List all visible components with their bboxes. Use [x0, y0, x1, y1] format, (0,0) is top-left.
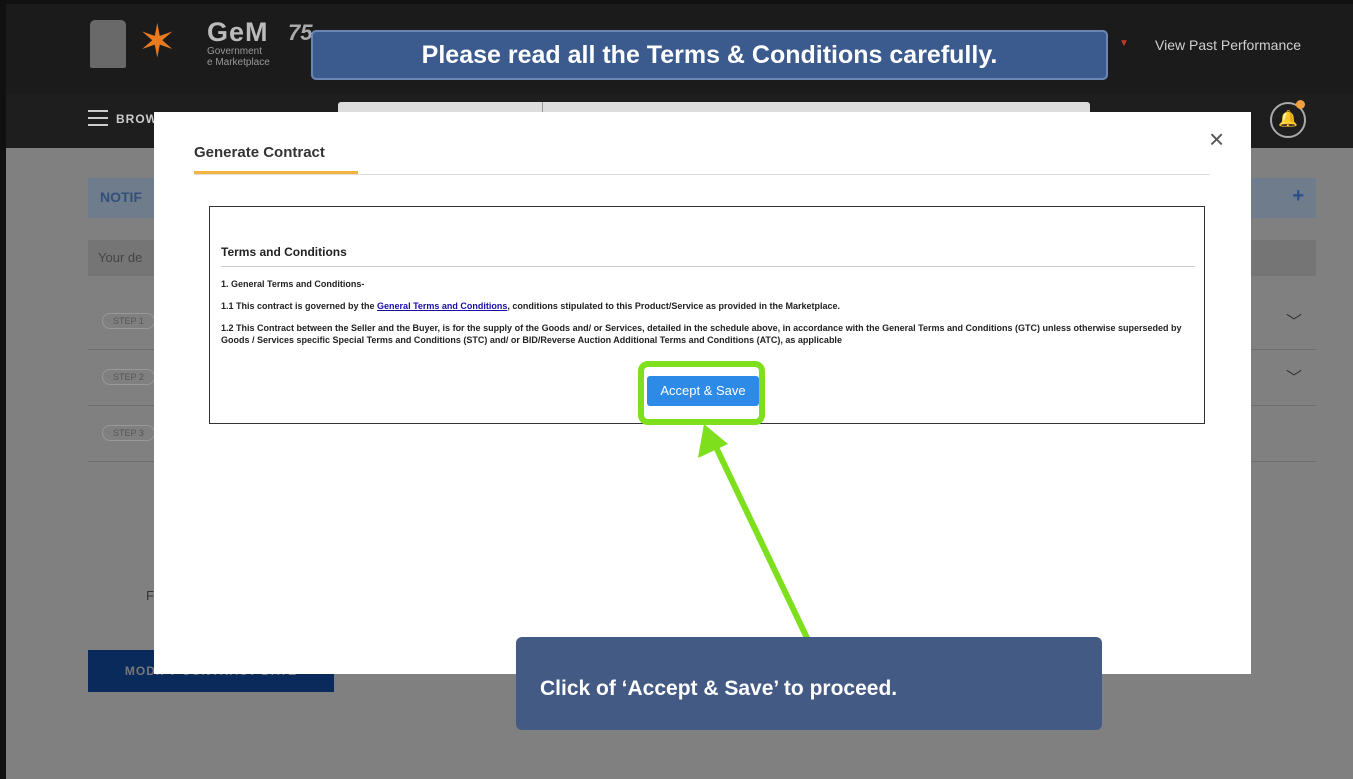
- details-label: Your de: [98, 250, 143, 265]
- terms-divider: [221, 266, 1195, 267]
- terms-line-2: 1.1 This contract is governed by the Gen…: [221, 301, 840, 311]
- step-badge: STEP 1: [102, 313, 155, 329]
- chevron-down-icon[interactable]: ﹀: [1286, 308, 1302, 332]
- instruction-banner-top: Please read all the Terms & Conditions c…: [311, 30, 1108, 80]
- instruction-text: Click of ‘Accept & Save’ to proceed.: [540, 677, 898, 700]
- tab-generate-contract[interactable]: Generate Contract: [194, 144, 325, 161]
- browse-menu-label[interactable]: BROW: [116, 112, 158, 126]
- terms-line-1: 1. General Terms and Conditions-: [221, 279, 365, 289]
- step-badge: STEP 2: [102, 369, 155, 385]
- button-highlight-box: [638, 361, 765, 425]
- tab-divider: [194, 174, 1210, 175]
- close-icon[interactable]: ×: [1209, 126, 1224, 152]
- notification-dot: [1296, 100, 1305, 109]
- terms-line-3: 1.2 This Contract between the Seller and…: [221, 323, 1182, 345]
- gem-star-logo-icon: ✶: [138, 15, 177, 67]
- hamburger-menu-icon[interactable]: [88, 110, 108, 130]
- national-emblem-icon: [90, 20, 126, 68]
- instruction-banner-bottom: Click of ‘Accept & Save’ to proceed.: [516, 637, 1102, 730]
- view-past-performance-link[interactable]: View Past Performance: [1155, 37, 1301, 53]
- notification-label: NOTIF: [100, 189, 142, 205]
- gem-logo[interactable]: GeM Government e Marketplace: [207, 18, 270, 68]
- plus-icon[interactable]: +: [1292, 185, 1304, 208]
- gtc-link[interactable]: General Terms and Conditions: [377, 301, 507, 311]
- field-label: F: [146, 588, 154, 603]
- chevron-down-icon[interactable]: ﹀: [1286, 364, 1302, 388]
- step-badge: STEP 3: [102, 425, 155, 441]
- chevron-down-icon[interactable]: ▼: [1119, 38, 1129, 49]
- terms-heading: Terms and Conditions: [221, 245, 347, 259]
